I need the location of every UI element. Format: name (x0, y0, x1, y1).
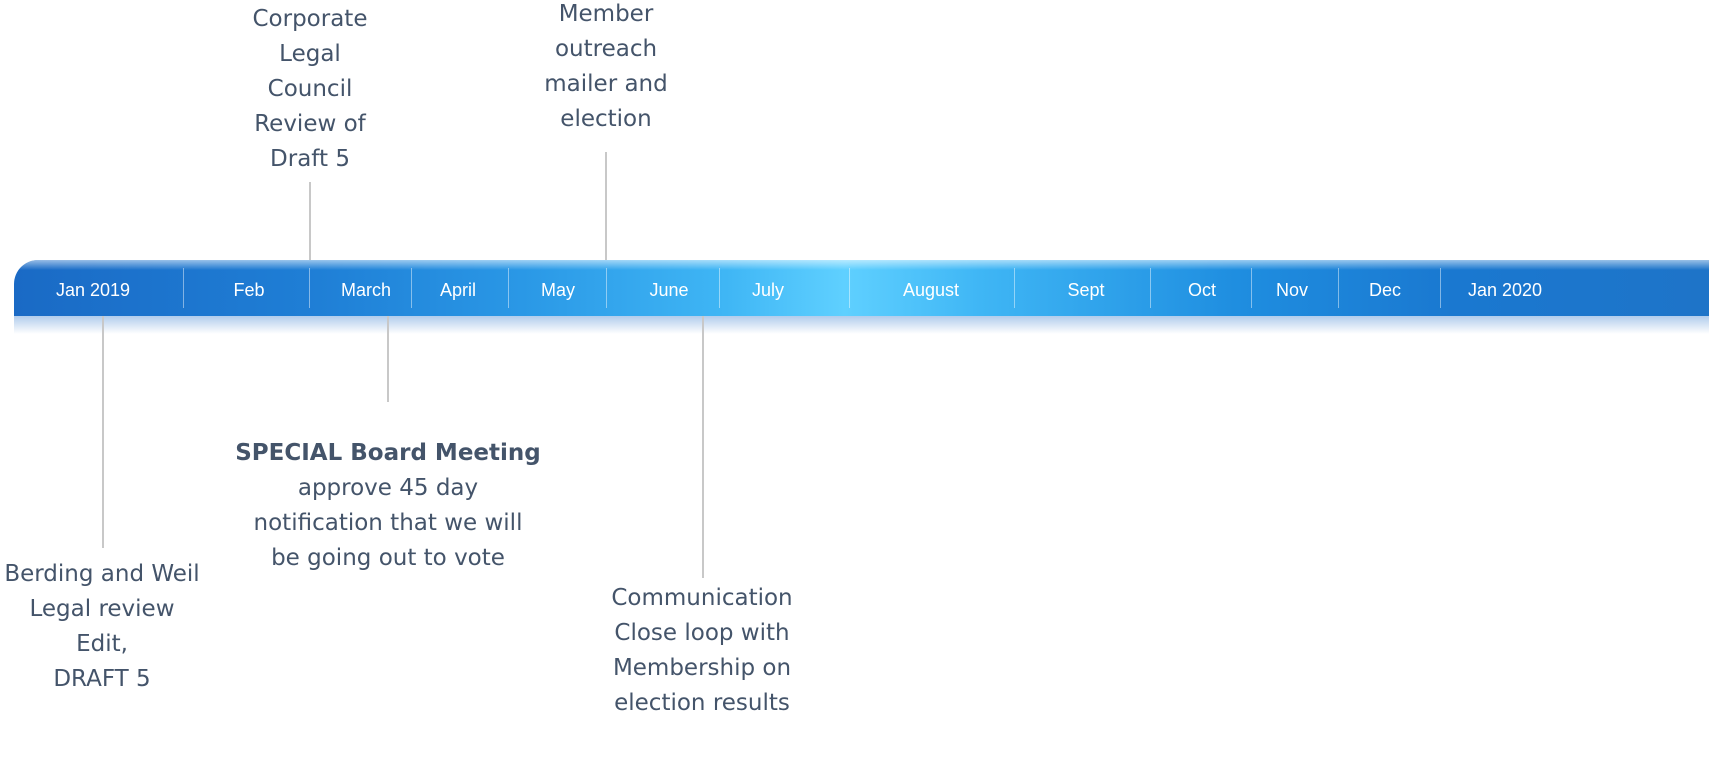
month-oct: Oct (1187, 280, 1217, 300)
month-separator (508, 268, 509, 308)
event-line: approve 45 day (297, 475, 479, 501)
timeline-bar-shadow (14, 316, 1709, 334)
month-nov: Nov (1275, 280, 1309, 300)
connector-special-meeting (387, 316, 389, 402)
event-special-meeting: SPECIAL Board Meeting approve 45 day not… (228, 436, 548, 576)
event-title-bold: SPECIAL Board Meeting (235, 440, 541, 466)
month-july: July (751, 280, 785, 300)
event-line: Edit, (76, 631, 128, 657)
month-june: June (649, 280, 689, 300)
event-line: Member (558, 1, 654, 27)
event-line: Communication (611, 585, 793, 611)
month-dec: Dec (1368, 280, 1402, 300)
month-separator (309, 268, 310, 308)
event-member-outreach: Member outreach mailer and election (506, 0, 706, 137)
month-separator (719, 268, 720, 308)
event-corporate-review: Corporate Legal Council Review of Draft … (210, 2, 410, 177)
event-line: Draft 5 (270, 146, 350, 172)
month-sept: Sept (1067, 280, 1105, 300)
event-line: Corporate (252, 6, 368, 32)
event-legal-review: Berding and Weil Legal review Edit, DRAF… (0, 557, 204, 697)
event-line: Council (267, 76, 353, 102)
event-line: outreach (554, 36, 658, 62)
event-line: be going out to vote (271, 545, 505, 571)
event-line: Legal (279, 41, 341, 67)
event-line: mailer and (544, 71, 668, 97)
event-line: Close loop with (614, 620, 790, 646)
month-separator (183, 268, 184, 308)
event-line: election results (614, 690, 790, 716)
month-may: May (540, 280, 576, 300)
month-separator (606, 268, 607, 308)
event-line: Membership on (612, 655, 792, 681)
event-line: election (560, 106, 652, 132)
month-april: April (439, 280, 477, 300)
month-august: August (902, 280, 960, 300)
month-separator (411, 268, 412, 308)
month-jan-2019: Jan 2019 (55, 280, 131, 300)
event-title: SPECIAL Board Meeting (228, 436, 548, 471)
month-separator (1251, 268, 1252, 308)
month-march: March (340, 280, 392, 300)
event-line: Legal review (29, 596, 175, 622)
event-line: Berding and Weil (4, 561, 200, 587)
connector-corporate-review (309, 182, 311, 260)
event-line: Review of (254, 111, 366, 137)
connector-legal-review (102, 316, 104, 548)
timeline-bar-shine (14, 260, 1709, 270)
month-jan-2020: Jan 2020 (1467, 280, 1543, 300)
month-feb: Feb (233, 280, 265, 300)
month-separator (849, 268, 850, 308)
month-separator (1014, 268, 1015, 308)
connector-member-outreach (605, 152, 607, 260)
event-communication: Communication Close loop with Membership… (592, 581, 812, 721)
timeline-bar: Jan 2019 Feb March April May June July A… (14, 260, 1709, 316)
event-line: notification that we will (253, 510, 523, 536)
month-separator (1150, 268, 1151, 308)
month-separator (1440, 268, 1441, 308)
connector-communication (702, 316, 704, 578)
event-line: DRAFT 5 (53, 666, 151, 692)
month-separator (1338, 268, 1339, 308)
